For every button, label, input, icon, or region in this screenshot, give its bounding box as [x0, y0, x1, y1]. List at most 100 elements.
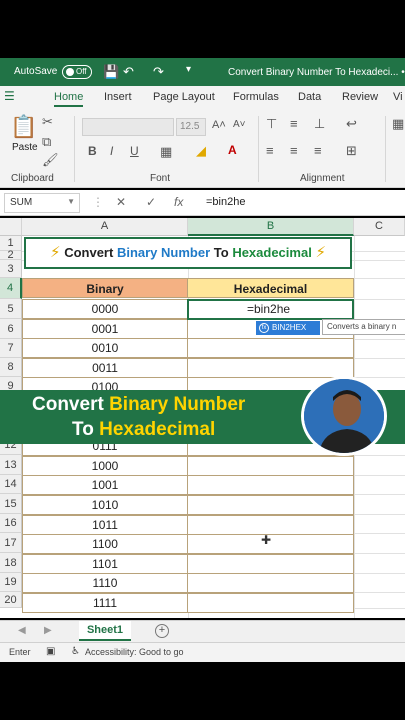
function-icon: fx [259, 323, 269, 333]
active-cell-b4[interactable]: =bin2he [187, 299, 354, 320]
cell-hexadecimal[interactable] [187, 495, 354, 515]
name-box[interactable]: SUM ▼ [4, 193, 80, 213]
formula-input[interactable]: =bin2he [206, 196, 245, 208]
next-sheet-icon[interactable]: ▶ [44, 625, 52, 636]
header-hexadecimal[interactable]: Hexadecimal [187, 278, 354, 298]
cell-hexadecimal[interactable] [187, 573, 354, 593]
prev-sheet-icon[interactable]: ◀ [18, 625, 26, 636]
tab-page-layout[interactable]: Page Layout [153, 91, 215, 103]
title-cell[interactable]: ⚡ Convert Binary Number To Hexadecimal ⚡ [24, 237, 352, 269]
select-all-corner[interactable] [0, 218, 22, 236]
save-icon[interactable]: 💾 [103, 64, 119, 80]
undo-icon[interactable]: ↶ [123, 64, 134, 80]
column-header-b[interactable]: B [188, 218, 354, 236]
cell-binary[interactable]: 1101 [22, 554, 188, 574]
number-format-icon[interactable]: ▦ [392, 116, 404, 132]
row-header-13[interactable]: 13 [0, 455, 22, 475]
row-header-15[interactable]: 15 [0, 494, 22, 514]
cell-hexadecimal[interactable] [187, 515, 354, 535]
row-header-3[interactable]: 3 [0, 260, 22, 278]
row-header-5[interactable]: 5 [0, 299, 22, 319]
underline-icon[interactable]: U [130, 144, 139, 158]
cell-binary[interactable]: 1110 [22, 573, 188, 593]
autosave-toggle[interactable]: Off [62, 65, 92, 79]
cell-hexadecimal[interactable] [187, 456, 354, 476]
wrap-text-icon[interactable]: ↩ [346, 116, 357, 132]
cell-hexadecimal[interactable] [187, 593, 354, 613]
cell-binary[interactable]: 0000 [22, 299, 188, 319]
redo-icon[interactable]: ↷ [153, 64, 164, 80]
cut-icon[interactable]: ✂ [42, 114, 53, 130]
align-bottom-icon[interactable]: ⊥ [314, 116, 325, 132]
insert-function-icon[interactable]: fx [174, 195, 183, 209]
cell-binary[interactable]: 1011 [22, 515, 188, 535]
tab-data[interactable]: Data [298, 91, 321, 103]
cell-binary[interactable]: 0010 [22, 338, 188, 358]
file-menu-icon[interactable]: ☰ [4, 89, 15, 103]
copy-icon[interactable]: ⧉ [42, 134, 51, 150]
align-middle-icon[interactable]: ≡ [290, 116, 298, 131]
cell-hexadecimal[interactable] [187, 338, 354, 358]
tab-formulas[interactable]: Formulas [233, 91, 279, 103]
font-color-icon[interactable]: A [228, 143, 237, 157]
tab-review[interactable]: Review [342, 91, 378, 103]
row-header-7[interactable]: 7 [0, 339, 22, 358]
fill-color-icon[interactable]: ◢ [196, 143, 206, 159]
ribbon-tabs: ☰ Home Insert Page Layout Formulas Data … [0, 86, 405, 110]
cell-binary[interactable]: 1000 [22, 456, 188, 476]
row-header-16[interactable]: 16 [0, 514, 22, 533]
cancel-entry-icon[interactable]: ✕ [116, 195, 126, 209]
paste-button[interactable]: Paste [12, 142, 38, 153]
tab-insert[interactable]: Insert [104, 91, 132, 103]
ribbon-separator [385, 116, 386, 182]
align-top-icon[interactable]: ⊤ [266, 116, 277, 132]
align-left-icon[interactable]: ≡ [266, 143, 274, 158]
row-header-8[interactable]: 8 [0, 358, 22, 377]
decrease-font-icon[interactable]: A˅ [233, 119, 246, 130]
row-header-20[interactable]: 20 [0, 592, 22, 608]
accessibility-icon[interactable]: ♿ [71, 646, 80, 657]
sheet-tab-sheet1[interactable]: Sheet1 [79, 621, 131, 641]
italic-icon[interactable]: I [110, 144, 113, 158]
font-size-box[interactable]: 12.5 [176, 118, 206, 136]
tab-home[interactable]: Home [54, 91, 84, 107]
row-header-6[interactable]: 6 [0, 319, 22, 339]
column-header-c[interactable]: C [354, 218, 405, 236]
header-binary[interactable]: Binary [22, 278, 188, 298]
bold-icon[interactable]: B [88, 144, 97, 158]
cell-hexadecimal[interactable] [187, 358, 354, 378]
confirm-entry-icon[interactable]: ✓ [146, 195, 156, 209]
merge-center-icon[interactable]: ⊞ [346, 143, 357, 159]
paste-icon[interactable]: 📋 [10, 114, 37, 140]
cell-binary[interactable]: 1001 [22, 475, 188, 495]
increase-font-icon[interactable]: A˄ [212, 119, 226, 131]
align-center-icon[interactable]: ≡ [290, 143, 298, 158]
font-name-box[interactable] [82, 118, 174, 136]
align-right-icon[interactable]: ≡ [314, 143, 322, 158]
cell-hexadecimal[interactable] [187, 554, 354, 574]
cell-binary[interactable]: 1100 [22, 534, 188, 554]
cell-hexadecimal[interactable] [187, 475, 354, 495]
macro-record-icon[interactable]: ▣ [46, 646, 55, 657]
banner-line-1: Convert Binary Number [32, 394, 245, 416]
format-painter-icon[interactable]: 🖌 [42, 152, 59, 168]
add-sheet-button[interactable]: + [155, 624, 169, 638]
borders-icon[interactable]: ▦ [160, 144, 172, 160]
cell-binary[interactable]: 1111 [22, 593, 188, 613]
row-header-14[interactable]: 14 [0, 475, 22, 494]
cell-binary[interactable]: 0011 [22, 358, 188, 378]
column-header-a[interactable]: A [22, 218, 188, 236]
chevron-down-icon[interactable]: ▼ [67, 197, 75, 206]
accessibility-status[interactable]: Accessibility: Good to go [85, 647, 184, 657]
tab-view[interactable]: Vi [393, 91, 403, 103]
customize-quick-access-icon[interactable]: ▾ [186, 64, 191, 75]
row-header-17[interactable]: 17 [0, 533, 22, 553]
row-header-19[interactable]: 19 [0, 573, 22, 592]
row-header-18[interactable]: 18 [0, 553, 22, 573]
autocomplete-item-bin2hex[interactable]: fx BIN2HEX [256, 321, 320, 335]
title-word-hexadecimal: Hexadecimal [232, 245, 312, 260]
cell-binary[interactable]: 1010 [22, 495, 188, 515]
row-header-2[interactable]: 2 [0, 250, 22, 261]
cell-binary[interactable]: 0001 [22, 319, 188, 339]
row-header-4[interactable]: 4 [0, 278, 22, 299]
